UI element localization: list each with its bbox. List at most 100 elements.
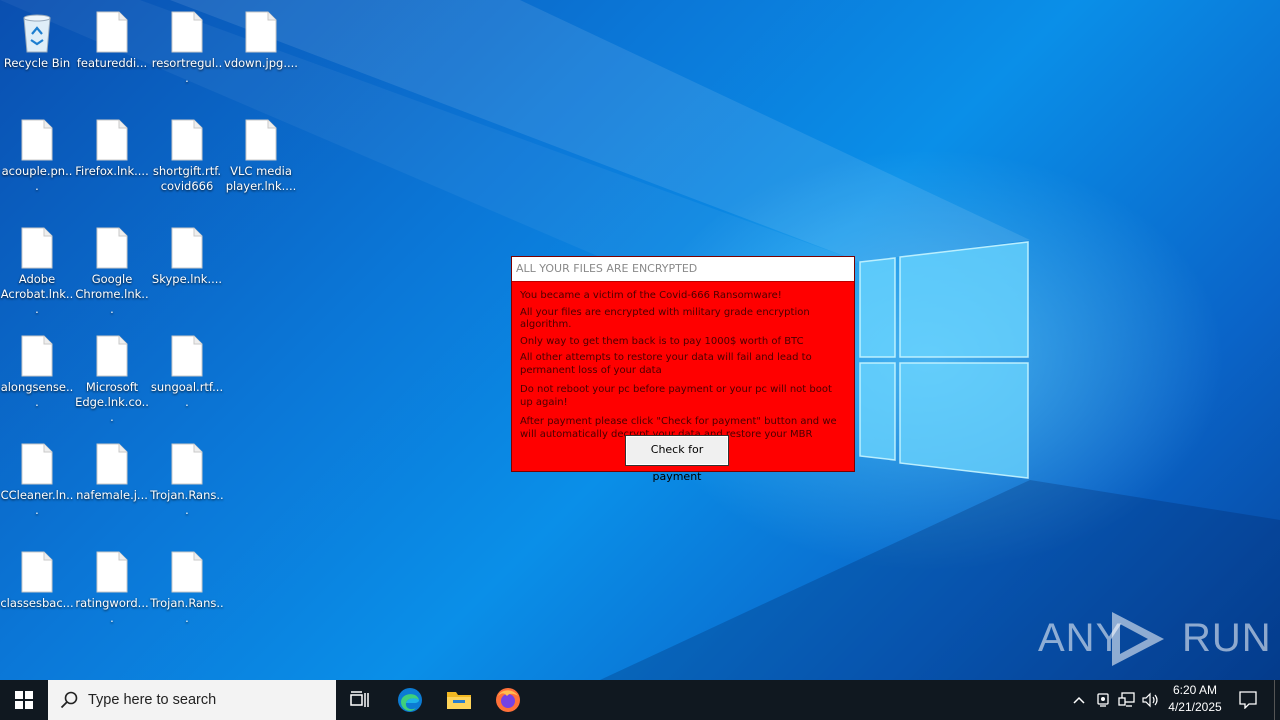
action-center-button[interactable] xyxy=(1232,680,1264,720)
desktop-icon-label: VLC media player.lnk.... xyxy=(225,164,297,193)
desktop-icon-label: Skype.lnk.... xyxy=(151,272,223,286)
file-icon xyxy=(245,119,277,161)
desktop-icon-file[interactable]: nafemale.j... xyxy=(75,434,149,503)
check-for-payment-button[interactable]: Check for payment xyxy=(625,435,729,483)
start-button[interactable] xyxy=(0,680,48,720)
desktop-icon-file[interactable]: Firefox.lnk.... xyxy=(75,110,149,179)
file-icon xyxy=(96,443,128,485)
desktop-icon-file[interactable]: classesbac... xyxy=(0,542,74,611)
file-icon xyxy=(245,11,277,53)
desktop-icon-label: vdown.jpg.... xyxy=(224,56,298,70)
clock-time: 6:20 AM xyxy=(1172,683,1218,697)
desktop-icon-file[interactable]: Trojan.Rans... xyxy=(150,542,224,626)
task-view-button[interactable] xyxy=(336,680,384,720)
desktop-icon-label: resortregul... xyxy=(151,56,223,85)
clock-date: 4/21/2025 xyxy=(1168,700,1222,714)
tray-volume-button[interactable] xyxy=(1140,680,1162,720)
taskbar-firefox-button[interactable] xyxy=(484,680,532,720)
ransom-note-line: All your files are encrypted with milita… xyxy=(520,306,810,331)
file-icon xyxy=(171,335,203,377)
ransom-note-line: You became a victim of the Covid-666 Ran… xyxy=(520,290,782,301)
desktop-icon-label: classesbac... xyxy=(0,596,74,610)
show-hidden-icons-button[interactable] xyxy=(1068,680,1090,720)
desktop-icon-file[interactable]: Trojan.Rans... xyxy=(150,434,224,518)
play-triangle-icon xyxy=(1112,612,1164,666)
file-icon xyxy=(96,11,128,53)
desktop-icon-file[interactable]: alongsense... xyxy=(0,326,74,410)
file-icon xyxy=(171,551,203,593)
desktop-icon-label: Firefox.lnk.... xyxy=(75,164,149,178)
desktop: Recycle Bin featureddi... resortregul...… xyxy=(0,0,1280,680)
windows-logo-panes xyxy=(859,241,1029,479)
edge-icon xyxy=(398,688,422,712)
taskbar-file-explorer-button[interactable] xyxy=(435,680,483,720)
ransom-note-line: Only way to get them back is to pay 1000… xyxy=(520,335,804,347)
search-placeholder: Type here to search xyxy=(88,692,217,708)
desktop-icon-file[interactable]: resortregul... xyxy=(150,2,224,86)
file-icon xyxy=(21,443,53,485)
desktop-icon-label: nafemale.j... xyxy=(76,488,148,502)
ransom-window-title: ALL YOUR FILES ARE ENCRYPTED xyxy=(512,257,854,282)
desktop-icon-file[interactable]: Microsoft Edge.lnk.co... xyxy=(75,326,149,425)
search-icon xyxy=(60,691,78,709)
desktop-icon-label: shortgift.rtf.covid666 xyxy=(152,164,222,193)
device-icon xyxy=(1097,693,1109,707)
ransom-note-line: All other attempts to restore your data … xyxy=(520,352,812,376)
file-icon xyxy=(96,119,128,161)
file-icon xyxy=(171,443,203,485)
taskbar-search-box[interactable]: Type here to search xyxy=(48,680,336,720)
file-icon xyxy=(96,551,128,593)
speaker-icon xyxy=(1142,692,1158,708)
desktop-icon-label: Trojan.Rans... xyxy=(150,596,224,625)
desktop-icon-label: Google Chrome.lnk... xyxy=(75,272,149,316)
ransom-note-line: Do not reboot your pc before payment or … xyxy=(520,384,832,408)
file-icon xyxy=(21,227,53,269)
ransom-note-body: You became a victim of the Covid-666 Ran… xyxy=(512,282,854,441)
taskbar-edge-button[interactable] xyxy=(386,680,434,720)
file-icon xyxy=(171,11,203,53)
chevron-up-icon xyxy=(1073,696,1085,704)
task-view-icon xyxy=(350,691,369,707)
desktop-icon-label: sungoal.rtf.... xyxy=(150,380,224,409)
desktop-icon-file[interactable]: featureddi... xyxy=(75,2,149,71)
desktop-icon-recycle-bin[interactable]: Recycle Bin xyxy=(0,2,74,71)
desktop-icon-file[interactable]: CCleaner.ln... xyxy=(0,434,74,518)
watermark-right-text: RUN xyxy=(1182,616,1272,660)
recycle-bin-icon xyxy=(23,14,51,53)
desktop-icon-label: Adobe Acrobat.lnk... xyxy=(0,272,74,316)
desktop-icon-file[interactable]: Google Chrome.lnk... xyxy=(75,218,149,317)
tray-meet-now-button[interactable] xyxy=(1092,680,1114,720)
firefox-icon xyxy=(496,688,520,712)
windows-start-icon xyxy=(15,691,33,709)
file-icon xyxy=(21,551,53,593)
taskbar-clock[interactable]: 6:20 AM 4/21/2025 xyxy=(1162,682,1228,716)
desktop-icon-label: featureddi... xyxy=(76,56,148,70)
desktop-icon-file[interactable]: shortgift.rtf.covid666 xyxy=(150,110,224,194)
file-icon xyxy=(171,119,203,161)
desktop-icon-label: CCleaner.ln... xyxy=(0,488,74,517)
ransom-note-window: ALL YOUR FILES ARE ENCRYPTED You became … xyxy=(511,256,855,483)
file-icon xyxy=(21,335,53,377)
desktop-icon-file[interactable]: ratingword.... xyxy=(75,542,149,626)
desktop-icon-label: Trojan.Rans... xyxy=(150,488,224,517)
desktop-icon-file[interactable]: Skype.lnk.... xyxy=(150,218,224,287)
taskbar: Type here to search 6:20 AM 4/21/2025 xyxy=(0,680,1280,720)
desktop-icon-file[interactable]: vdown.jpg.... xyxy=(224,2,298,71)
file-icon xyxy=(171,227,203,269)
show-desktop-divider[interactable] xyxy=(1274,680,1275,720)
desktop-icon-file[interactable]: VLC media player.lnk.... xyxy=(224,110,298,194)
file-icon xyxy=(96,227,128,269)
desktop-icon-file[interactable]: sungoal.rtf.... xyxy=(150,326,224,410)
desktop-icon-label: Recycle Bin xyxy=(3,56,71,70)
file-icon xyxy=(96,335,128,377)
network-icon xyxy=(1118,692,1135,707)
desktop-icon-label: Microsoft Edge.lnk.co... xyxy=(75,380,149,424)
desktop-icon-label: ratingword.... xyxy=(75,596,149,625)
file-icon xyxy=(21,119,53,161)
desktop-icon-label: acouple.pn... xyxy=(1,164,73,193)
file-explorer-icon xyxy=(447,692,471,709)
desktop-icon-file[interactable]: Adobe Acrobat.lnk... xyxy=(0,218,74,317)
tray-network-button[interactable] xyxy=(1116,680,1138,720)
desktop-icon-label: alongsense... xyxy=(0,380,74,409)
desktop-icon-file[interactable]: acouple.pn... xyxy=(0,110,74,194)
